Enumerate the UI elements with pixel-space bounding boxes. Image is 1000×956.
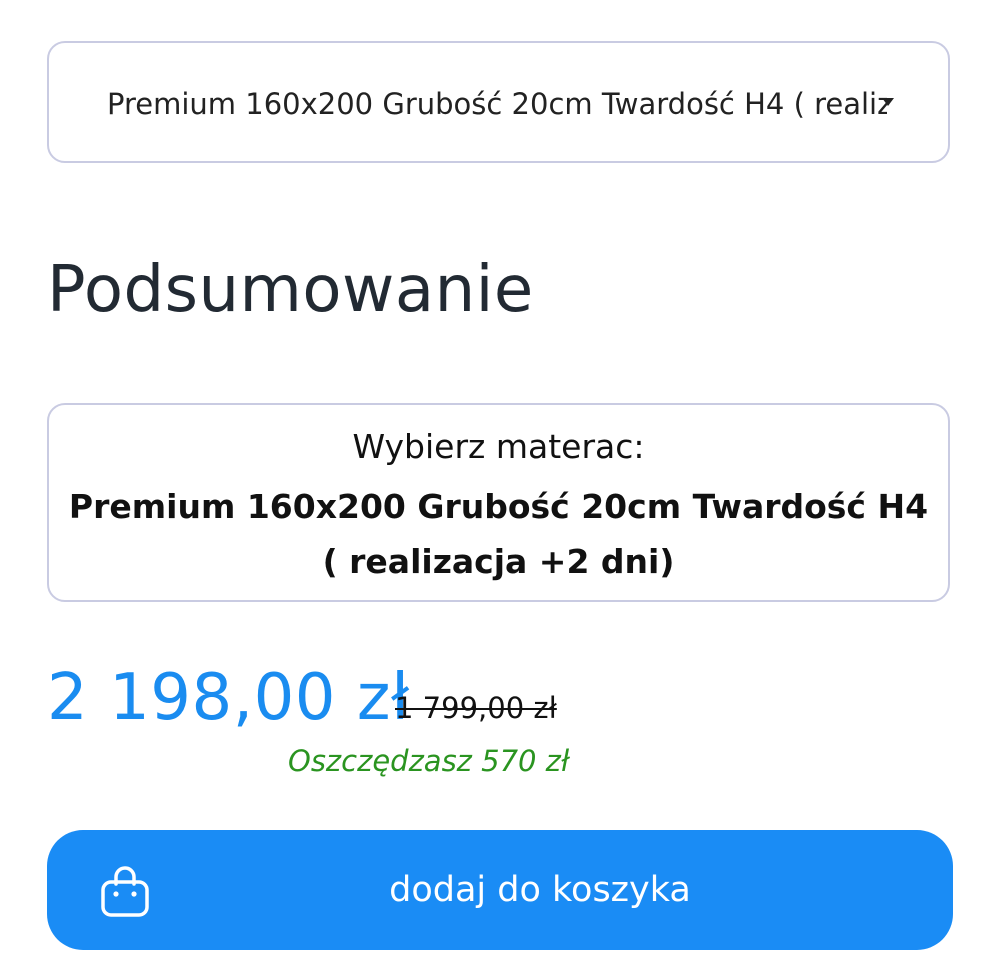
product-summary-page: Premium 160x200 Grubość 20cm Twardość H4… xyxy=(0,0,1000,956)
add-to-cart-button[interactable]: dodaj do koszyka xyxy=(47,830,953,950)
current-price: 2 198,00 zł xyxy=(47,661,410,735)
summary-selected-mattress: Premium 160x200 Grubość 20cm Twardość H4… xyxy=(68,487,929,581)
add-to-cart-label: dodaj do koszyka xyxy=(389,870,691,910)
savings-text: Oszczędzasz 570 zł xyxy=(288,744,570,778)
mattress-variant-select[interactable]: Premium 160x200 Grubość 20cm Twardość H4… xyxy=(47,41,950,163)
old-price: 1 799,00 zł xyxy=(395,691,557,725)
summary-box: Wybierz materac: Premium 160x200 Grubość… xyxy=(47,403,950,602)
summary-label: Wybierz materac: xyxy=(352,427,645,466)
chevron-down-icon xyxy=(882,98,894,106)
summary-heading: Podsumowanie xyxy=(47,253,534,327)
selected-variant-text: Premium 160x200 Grubość 20cm Twardość H4… xyxy=(107,87,887,121)
